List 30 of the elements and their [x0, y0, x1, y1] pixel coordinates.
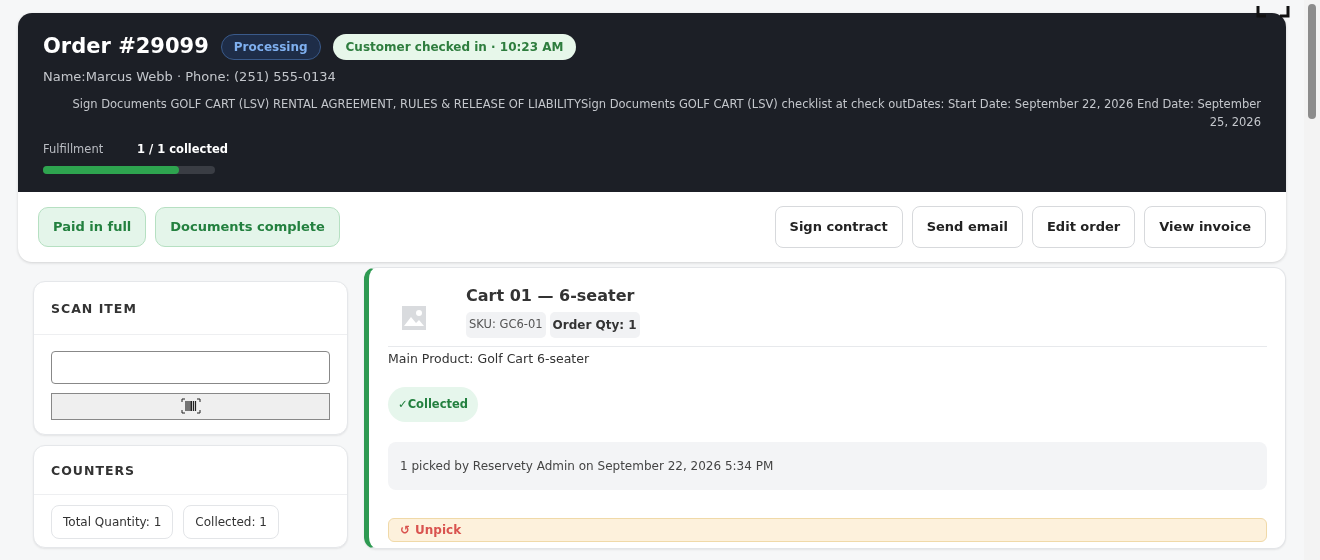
status-chip: Paid in full: [38, 207, 147, 247]
scan-input-field[interactable]: [51, 350, 330, 384]
unpick-button[interactable]: ↺ Unpick: [388, 517, 1267, 542]
item-name: Cart 01 — 6-seater: [466, 284, 636, 307]
fulfillment-label: Fulfillment: [43, 141, 105, 158]
panel-title: COUNTERS: [51, 462, 136, 478]
image-placeholder-icon: [402, 305, 426, 330]
action-button[interactable]: Sign contract: [774, 206, 903, 248]
panel-title: SCAN ITEM: [51, 300, 137, 316]
order-details: Sign Documents GOLF CART (LSV) RENTAL AGREEMENT, RULES & RELEASE OF LIABILITYSign Documents GOLF CART (LSV) checklist at check outDates: Start Date: September 22, 2026 End Date: September 25, 2026: [71, 96, 1261, 131]
counter-chip: Total Quantity: 1: [51, 504, 174, 539]
barcode-icon: [180, 398, 201, 415]
pick-log: 1 picked by Reservety Admin on September 22, 2026 5:34 PM: [388, 441, 1267, 490]
fulfillment-reading: 1 / 1 collected: [137, 141, 228, 158]
checkin-badge: Customer checked in · 10:23 AM: [332, 33, 577, 60]
counter-chip: Collected: 1: [183, 504, 279, 539]
customer-info: Name:Marcus Webb · Phone: (251) 555-0134: [43, 67, 337, 86]
qty-tag: Order Qty: 1: [549, 311, 640, 338]
collected-badge: ✓Collected: [388, 386, 478, 422]
action-button[interactable]: View invoice: [1144, 206, 1266, 248]
scan-button[interactable]: [51, 392, 330, 420]
main-product: Main Product: Golf Cart 6-seater: [388, 349, 591, 368]
undo-icon: ↺: [400, 520, 411, 539]
corner-bracket-icon: [1256, 6, 1290, 18]
order-title: Order #29099: [43, 33, 209, 60]
action-button[interactable]: Edit order: [1032, 206, 1136, 248]
action-button[interactable]: Send email: [911, 206, 1023, 248]
status-chip: Documents complete: [155, 207, 340, 247]
status-badge: Processing: [220, 33, 321, 60]
sku-tag: SKU: GC6-01: [466, 311, 546, 338]
